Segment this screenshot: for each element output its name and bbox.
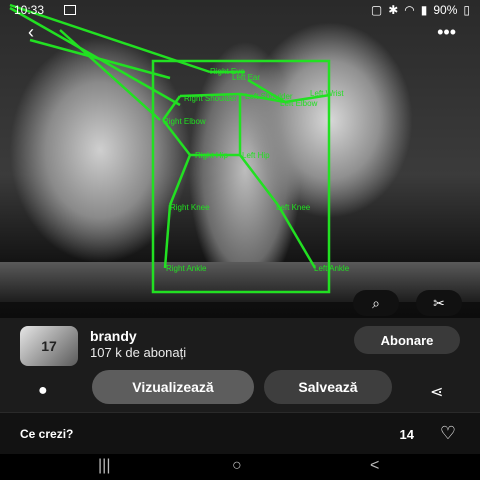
subscriber-count: 107 k de abonați xyxy=(90,345,187,360)
signal-icon: ▮ xyxy=(420,3,428,17)
lens-search-button[interactable]: ⌕ xyxy=(353,290,399,316)
chat-bubble-icon[interactable]: ● xyxy=(38,382,48,400)
recents-button[interactable]: ||| xyxy=(98,457,110,475)
back-button[interactable]: < xyxy=(370,457,379,475)
label-left-ear: Left Ear xyxy=(232,73,260,82)
image-icon xyxy=(64,5,76,15)
chevron-left-icon[interactable]: ‹ xyxy=(28,22,34,43)
battery-level: 90% xyxy=(433,3,458,17)
creator-name[interactable]: brandy xyxy=(90,328,137,344)
action-row: ● Vizualizează Salvează ⋖ xyxy=(0,370,480,412)
bluetooth-icon: ✱ xyxy=(388,3,399,17)
label-right-ankle: Right Ankle xyxy=(166,264,207,273)
more-dots-icon[interactable]: ••• xyxy=(437,22,456,43)
pose-skeleton xyxy=(9,3,331,269)
label-left-knee: Left Knee xyxy=(276,203,311,212)
android-nav-bar: ||| ○ < xyxy=(0,454,480,480)
subscribe-button[interactable]: Abonare xyxy=(354,326,460,354)
label-left-elbow: Left Elbow xyxy=(280,99,318,108)
pin-creator-row: 17 brandy 107 k de abonați Abonare xyxy=(0,318,480,376)
wifi-icon: ◠ xyxy=(404,3,415,17)
label-right-shoulder: Right Shoulder xyxy=(184,94,237,103)
label-right-elbow: Right Elbow xyxy=(163,117,206,126)
avatar[interactable]: 17 xyxy=(20,326,78,366)
scissors-icon: ✂ xyxy=(433,294,445,311)
label-left-hip: Left Hip xyxy=(242,151,270,160)
scissors-button[interactable]: ✂ xyxy=(416,290,462,316)
view-button[interactable]: Vizualizează xyxy=(92,370,254,404)
save-button[interactable]: Salvează xyxy=(264,370,392,404)
comment-prompt[interactable]: Ce crezi? xyxy=(20,427,73,441)
lens-search-icon: ⌕ xyxy=(372,294,380,311)
status-time: 10:33 xyxy=(14,3,45,17)
label-right-knee: Right Knee xyxy=(170,203,210,212)
label-left-wrist: Left Wrist xyxy=(310,89,344,98)
label-left-ankle: Left Ankle xyxy=(314,264,350,273)
pose-overlay: Right Eye Left Ear Right Shoulder Left S… xyxy=(9,3,350,294)
battery-icon: ▯ xyxy=(463,3,470,17)
status-bar: 10:33 ▢ ✱ ◠ ▮ 90% ▯ xyxy=(0,0,480,20)
heart-outline-icon[interactable]: ♡ xyxy=(440,423,456,444)
nfc-icon: ▢ xyxy=(370,3,383,17)
like-count: 14 xyxy=(399,427,414,442)
label-right-hip: Right Hip xyxy=(195,151,228,160)
share-icon[interactable]: ⋖ xyxy=(430,382,443,402)
home-button[interactable]: ○ xyxy=(232,457,242,475)
comments-bar: Ce crezi? 14 ♡ xyxy=(0,412,480,455)
